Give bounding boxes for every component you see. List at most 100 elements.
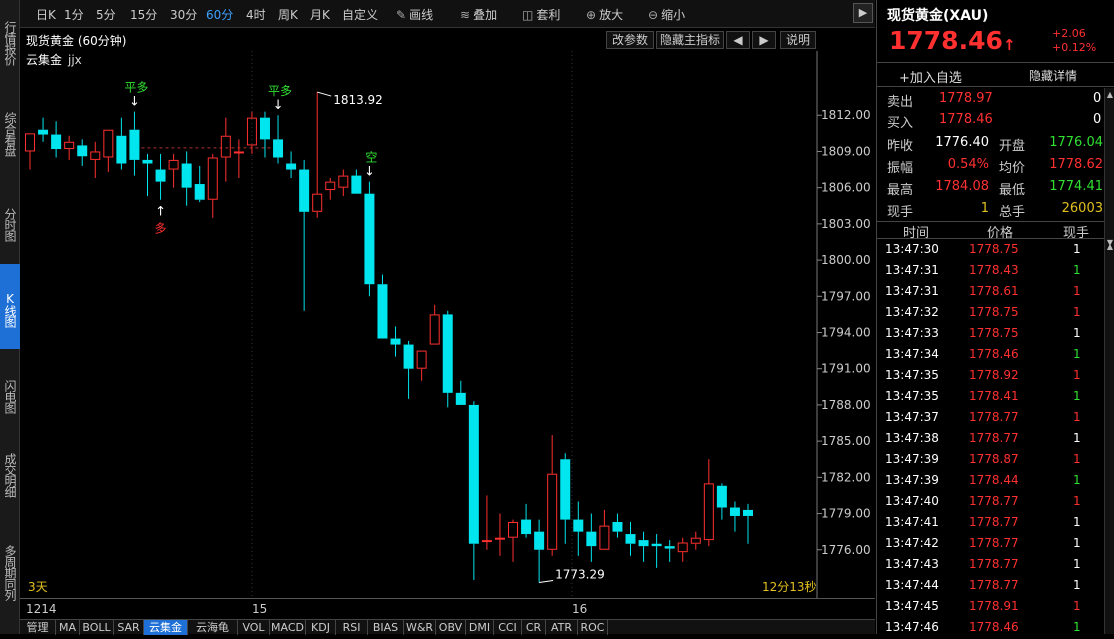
candle[interactable] (442, 310, 453, 408)
indicator-name: 云集金 (26, 53, 63, 67)
stat-v2: 26003 (1061, 201, 1103, 216)
chart-header-button-3[interactable]: ▶ (752, 31, 776, 49)
indicator-tab-2[interactable]: BOLL (80, 620, 114, 635)
indicator-tab-6[interactable]: VOL (238, 620, 270, 635)
candle-body (481, 540, 492, 543)
kline-chart[interactable]: 1812.00 1809.00 1806.00 1803.00 1800.00 1797.… (20, 51, 875, 598)
stat-l2: 均价 (999, 161, 1026, 176)
signal-label: 平多 (268, 84, 292, 98)
stat-l1: 昨收 (887, 139, 914, 154)
tick-row: 13:47:35 1778.41 1 (877, 387, 1114, 408)
stat-l1: 振幅 (887, 161, 914, 176)
indicator-tab-13[interactable]: DMI (466, 620, 494, 635)
indicator-tab-14[interactable]: CCI (494, 620, 522, 635)
candle-body (729, 507, 740, 516)
candle-body (364, 193, 375, 285)
tick-price: 1778.44 (969, 473, 1019, 487)
tool-3[interactable]: ⊕ 放大 (586, 6, 623, 23)
last-price: 1778.46 (889, 26, 1003, 55)
tick-row: 13:47:31 1778.43 1 (877, 261, 1114, 282)
tick-price: 1778.61 (969, 284, 1019, 298)
left-tab-6[interactable]: 多周期同列 (0, 514, 20, 624)
period-4[interactable]: 30分 (170, 6, 197, 23)
candle-body (299, 169, 310, 212)
period-2[interactable]: 5分 (96, 6, 116, 23)
indicator-tab-17[interactable]: ROC (578, 620, 608, 635)
left-tab-0[interactable]: 行情报价 (0, 0, 20, 80)
tick-price: 1778.91 (969, 599, 1019, 613)
tick-row: 13:47:44 1778.77 1 (877, 576, 1114, 597)
period-8[interactable]: 月K (310, 6, 330, 23)
scroll-up-icon[interactable]: ▲ (1105, 88, 1114, 102)
left-tab-4[interactable]: 闪电图 (0, 355, 20, 431)
tick-time: 13:47:38 (885, 431, 939, 445)
signal-label: 多 (155, 222, 167, 236)
tool-4[interactable]: ⊖ 缩小 (648, 6, 685, 23)
candle-body (651, 543, 662, 547)
candle-body (625, 534, 636, 544)
tick-time: 13:47:40 (885, 494, 939, 508)
stat-l1: 最高 (887, 183, 914, 198)
indicator-tab-1[interactable]: MA (56, 620, 80, 635)
tool-0[interactable]: ✎ 画线 (396, 6, 433, 23)
period-0[interactable]: 日K (36, 6, 56, 23)
period-7[interactable]: 周K (278, 6, 298, 23)
candle-body (259, 117, 270, 140)
candle-body (51, 134, 62, 150)
indicator-tab-10[interactable]: BIAS (368, 620, 404, 635)
indicator-tab-4[interactable]: 云集金 (144, 620, 188, 635)
tick-price: 1778.43 (969, 263, 1019, 277)
indicator-tab-5[interactable]: 云海龟 (188, 620, 238, 635)
tick-volume: 1 (1073, 347, 1081, 361)
stat-v2: 1778.62 (1049, 157, 1103, 172)
indicator-tab-8[interactable]: KDJ (306, 620, 336, 635)
tick-time: 13:47:43 (885, 557, 939, 571)
period-3[interactable]: 15分 (130, 6, 157, 23)
tool-2[interactable]: ◫ 套利 (522, 6, 560, 23)
stat-row: 振幅 0.54% 均价 1778.62 (877, 154, 1114, 176)
tick-volume: 1 (1073, 599, 1081, 613)
tool-label: 套利 (536, 8, 561, 22)
indicator-tab-16[interactable]: ATR (546, 620, 578, 635)
tick-price: 1778.77 (969, 431, 1019, 445)
toolbar-next-button[interactable]: ▶ (853, 3, 873, 23)
y-tick-label: 1785.00 (821, 434, 871, 448)
indicator-tab-0[interactable]: 管理 (20, 620, 56, 635)
add-watchlist-button[interactable]: +加入自选 (899, 67, 962, 86)
tick-price: 1778.46 (969, 620, 1019, 634)
candle[interactable] (364, 181, 375, 297)
chart-header-button-4[interactable]: 说明 (780, 31, 816, 49)
indicator-tab-3[interactable]: SAR (114, 620, 144, 635)
indicator-tab-9[interactable]: RSI (336, 620, 368, 635)
tick-time: 13:47:46 (885, 620, 939, 634)
chart-header-button-1[interactable]: 隐藏主指标 (656, 31, 724, 49)
stat-v1: 1776.40 (935, 135, 989, 150)
period-9[interactable]: 自定义 (342, 6, 378, 23)
period-6[interactable]: 4时 (246, 6, 266, 23)
tick-price: 1778.75 (969, 305, 1019, 319)
indicator-tab-11[interactable]: W&R (404, 620, 436, 635)
left-tab-3[interactable]: K线图 (0, 264, 20, 349)
bid-volume: 0 (1093, 91, 1102, 106)
indicator-tab-15[interactable]: CR (522, 620, 546, 635)
stack-icon: ≋ (460, 8, 471, 22)
tick-volume: 1 (1073, 305, 1081, 319)
left-tab-2[interactable]: 分时图 (0, 186, 20, 256)
tick-row: 13:47:42 1778.77 1 (877, 534, 1114, 555)
indicator-tab-7[interactable]: MACD (270, 620, 306, 635)
tick-row: 13:47:35 1778.92 1 (877, 366, 1114, 387)
indicator-tab-12[interactable]: OBV (436, 620, 466, 635)
left-tab-5[interactable]: 成交明细 (0, 438, 20, 506)
chart-header-button-0[interactable]: 改参数 (606, 31, 654, 49)
arbitrage-icon: ◫ (522, 8, 534, 22)
chart-header-button-2[interactable]: ◀ (726, 31, 750, 49)
tick-row: 13:47:43 1778.77 1 (877, 555, 1114, 576)
tick-volume: 1 (1073, 473, 1081, 487)
tool-1[interactable]: ≋ 叠加 (460, 6, 497, 23)
hide-detail-button[interactable]: 隐藏详情 (1029, 67, 1077, 84)
tick-time: 13:47:41 (885, 515, 939, 529)
left-tab-1[interactable]: 综合看盘 (0, 88, 20, 174)
bid-price: 1778.97 (939, 91, 993, 106)
period-1[interactable]: 1分 (64, 6, 84, 23)
period-5[interactable]: 60分 (206, 6, 233, 23)
